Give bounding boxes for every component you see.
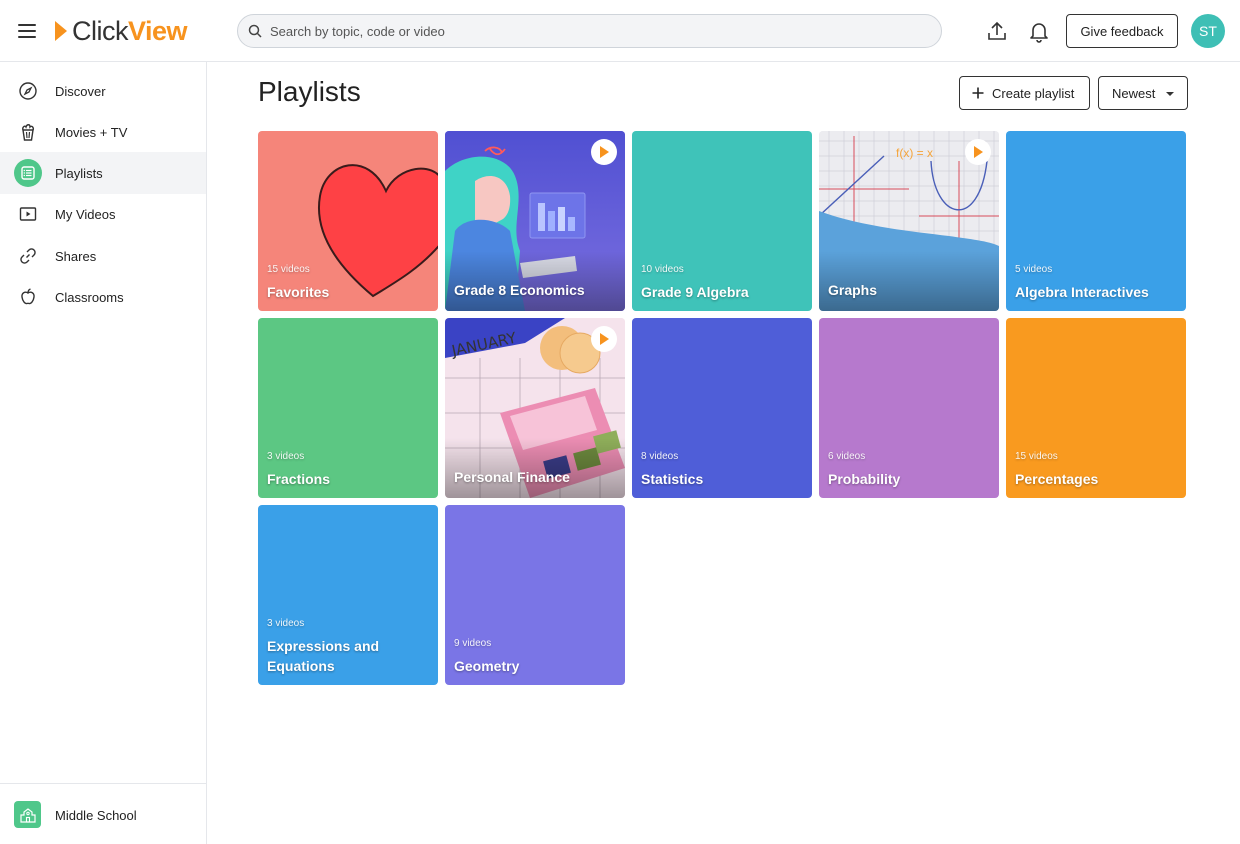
sort-dropdown[interactable]: Newest <box>1098 76 1188 110</box>
sidebar: Discover Movies + TV Playlists My Videos… <box>0 62 207 844</box>
school-label: Middle School <box>55 808 137 823</box>
sidebar-item-label: Playlists <box>55 165 103 181</box>
video-count: 6 videos <box>828 451 866 462</box>
play-square-icon <box>14 200 42 228</box>
logo-text: ClickView <box>72 16 188 46</box>
school-icon <box>14 801 41 828</box>
apple-icon <box>14 283 42 311</box>
playlist-title: Graphs <box>828 282 878 298</box>
video-count: 15 videos <box>1015 451 1058 462</box>
school-switcher[interactable]: Middle School <box>0 783 206 844</box>
playlist-title: Favorites <box>267 284 330 300</box>
playlist-card-personal-finance[interactable]: JANUARY Personal Finance <box>445 318 625 498</box>
create-playlist-button[interactable]: Create playlist <box>959 76 1090 110</box>
playlist-title: Percentages <box>1015 471 1099 487</box>
video-count: 3 videos <box>267 618 305 629</box>
sidebar-item-label: Shares <box>55 248 97 264</box>
sidebar-item-shares[interactable]: Shares <box>0 235 206 277</box>
playlist-title: Statistics <box>641 471 704 487</box>
playlist-card-grade-8-economics[interactable]: Grade 8 Economics <box>445 131 625 311</box>
playlist-title: Probability <box>828 471 901 487</box>
sidebar-item-playlists[interactable]: Playlists <box>0 152 206 194</box>
upload-icon[interactable] <box>985 19 1009 43</box>
sidebar-item-label: My Videos <box>55 206 116 222</box>
play-icon <box>591 326 617 352</box>
page-title: Playlists <box>258 76 361 107</box>
avatar[interactable]: ST <box>1191 14 1225 48</box>
playlist-card-graphs[interactable]: f(x) = x Graphs <box>819 131 999 311</box>
compass-icon <box>14 77 42 105</box>
sidebar-item-classrooms[interactable]: Classrooms <box>0 276 206 318</box>
video-count: 15 videos <box>267 264 310 275</box>
popcorn-icon <box>14 118 42 146</box>
link-icon <box>14 242 42 270</box>
search-bar[interactable] <box>237 14 942 48</box>
create-playlist-label: Create playlist <box>992 85 1075 101</box>
top-bar: ClickView Give feedback ST <box>0 0 1240 62</box>
playlist-title: Expressions and Equations <box>267 638 380 674</box>
sidebar-item-label: Classrooms <box>55 289 124 305</box>
graphs-formula: f(x) = x <box>896 146 933 160</box>
sidebar-item-my-videos[interactable]: My Videos <box>0 193 206 235</box>
playlist-card-geometry[interactable]: 9 videos Geometry <box>445 505 625 685</box>
playlist-title: Fractions <box>267 471 331 487</box>
playlist-title: Personal Finance <box>454 469 570 485</box>
search-icon <box>248 24 262 38</box>
logo-click-text: Click <box>72 16 129 46</box>
video-count: 8 videos <box>641 451 679 462</box>
chevron-down-icon <box>1166 92 1174 96</box>
playlist-title: Grade 8 Economics <box>454 282 585 298</box>
playlist-title: Geometry <box>454 658 520 674</box>
playlist-card-statistics[interactable]: 8 videos Statistics <box>632 318 812 498</box>
playlist-card-grade-9-algebra[interactable]: 10 videos Grade 9 Algebra <box>632 131 812 311</box>
video-count: 3 videos <box>267 451 305 462</box>
logo-play-icon <box>55 21 67 41</box>
playlist-card-expressions-and-equations[interactable]: 3 videos Expressions and Equations <box>258 505 438 685</box>
sidebar-item-movies-tv[interactable]: Movies + TV <box>0 111 206 153</box>
search-input[interactable] <box>270 15 920 47</box>
playlist-card-fractions[interactable]: 3 videos Fractions <box>258 318 438 498</box>
video-count: 10 videos <box>641 264 684 275</box>
sidebar-item-label: Discover <box>55 83 106 99</box>
playlist-title: Algebra Interactives <box>1015 284 1149 300</box>
playlist-title: Grade 9 Algebra <box>641 284 749 300</box>
play-icon <box>965 139 991 165</box>
sort-label: Newest <box>1112 85 1156 101</box>
playlist-card-percentages[interactable]: 15 videos Percentages <box>1006 318 1186 498</box>
playlist-card-favorites[interactable]: 15 videos Favorites <box>258 131 438 311</box>
plus-icon <box>972 87 984 99</box>
menu-icon[interactable] <box>18 22 38 40</box>
clickview-logo[interactable]: ClickView <box>54 16 188 46</box>
video-count: 9 videos <box>454 638 492 649</box>
sidebar-item-label: Movies + TV <box>55 124 128 140</box>
bell-icon[interactable] <box>1027 19 1051 43</box>
playlist-card-algebra-interactives[interactable]: 5 videos Algebra Interactives <box>1006 131 1186 311</box>
play-icon <box>591 139 617 165</box>
give-feedback-button[interactable]: Give feedback <box>1066 14 1178 48</box>
video-count: 5 videos <box>1015 264 1053 275</box>
playlist-card-probability[interactable]: 6 videos Probability <box>819 318 999 498</box>
list-icon <box>14 159 42 187</box>
sidebar-item-discover[interactable]: Discover <box>0 70 206 112</box>
logo-view-text: View <box>128 16 188 46</box>
